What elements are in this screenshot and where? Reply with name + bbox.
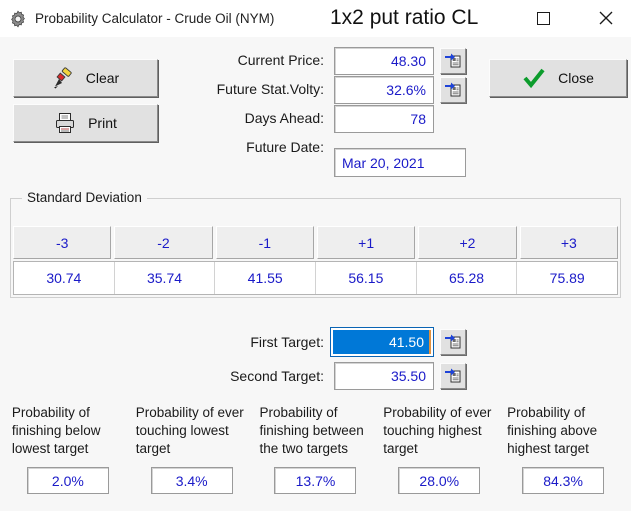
second-target-input[interactable]: 35.50 xyxy=(334,362,434,390)
close-dialog-button-label: Close xyxy=(558,70,594,86)
paste-arrow-icon xyxy=(445,368,461,383)
first-target-label: First Target: xyxy=(250,334,324,350)
sd-header-cell[interactable]: -2 xyxy=(114,226,213,259)
probability-column: Probability of ever touching lowest targ… xyxy=(130,404,254,507)
current-price-paste-button[interactable] xyxy=(440,48,466,74)
standard-deviation-value-row: 30.74 35.74 41.55 56.15 65.28 75.89 xyxy=(13,261,618,295)
second-target-paste-button[interactable] xyxy=(440,363,466,389)
sd-value-cell: 41.55 xyxy=(215,262,317,294)
future-date-label: Future Date: xyxy=(246,139,324,155)
sd-value-cell: 56.15 xyxy=(316,262,417,294)
first-target-input[interactable]: 41.50 xyxy=(330,327,434,357)
paste-arrow-icon xyxy=(445,53,461,68)
clear-button-label: Clear xyxy=(85,70,120,86)
probability-row: Probability of finishing below lowest ta… xyxy=(6,404,625,507)
print-button-label: Print xyxy=(88,115,117,131)
future-stat-volty-label: Future Stat.Volty: xyxy=(216,81,324,97)
sd-header-cell[interactable]: -1 xyxy=(215,226,314,259)
second-target-label: Second Target: xyxy=(230,368,324,384)
future-stat-volty-input[interactable]: 32.6% xyxy=(334,76,434,104)
probability-value: 3.4% xyxy=(150,467,233,494)
standard-deviation-header-row: -3 -2 -1 +1 +2 +3 xyxy=(13,226,618,259)
probability-label: Probability of ever touching lowest targ… xyxy=(135,405,244,456)
first-target-paste-button[interactable] xyxy=(440,329,466,355)
probability-column: Probability of finishing above highest t… xyxy=(501,404,625,507)
paste-arrow-icon xyxy=(445,82,461,97)
close-dialog-button[interactable]: Close xyxy=(489,59,627,97)
sd-header-cell[interactable]: +3 xyxy=(519,226,618,259)
probability-label: Probability of finishing between the two… xyxy=(259,405,364,456)
probability-value: 28.0% xyxy=(398,467,481,494)
paste-arrow-icon xyxy=(445,334,461,349)
future-date-input[interactable]: Mar 20, 2021 xyxy=(334,148,466,177)
sd-header-cell[interactable]: +1 xyxy=(316,226,416,259)
future-stat-volty-paste-button[interactable] xyxy=(440,77,466,103)
maximize-button[interactable] xyxy=(521,0,566,36)
window-title: Probability Calculator - Crude Oil (NYM) xyxy=(35,11,275,26)
eraser-icon xyxy=(53,67,72,89)
sd-value-cell: 65.28 xyxy=(417,262,518,294)
probability-column: Probability of ever touching highest tar… xyxy=(377,404,501,507)
current-price-label: Current Price: xyxy=(237,52,324,68)
window-close-button[interactable] xyxy=(583,0,628,36)
maximize-icon xyxy=(537,11,550,25)
sd-value-cell: 30.74 xyxy=(14,262,115,294)
close-icon xyxy=(599,11,612,25)
probability-column: Probability of finishing between the two… xyxy=(254,404,378,507)
probability-label: Probability of ever touching highest tar… xyxy=(383,405,492,456)
sd-value-cell: 75.89 xyxy=(549,270,585,286)
probability-label: Probability of finishing above highest t… xyxy=(507,405,598,456)
gear-icon xyxy=(11,9,25,28)
probability-value: 2.0% xyxy=(26,467,109,494)
standard-deviation-legend: Standard Deviation xyxy=(22,190,147,205)
current-price-input[interactable]: 48.30 xyxy=(334,47,434,75)
clear-button[interactable]: Clear xyxy=(13,59,158,97)
days-ahead-label: Days Ahead: xyxy=(244,110,324,126)
days-ahead-input[interactable]: 78 xyxy=(334,105,434,133)
probability-label: Probability of finishing below lowest ta… xyxy=(11,405,101,456)
first-target-value: 41.50 xyxy=(333,330,431,354)
checkmark-icon xyxy=(523,68,545,89)
probability-column: Probability of finishing below lowest ta… xyxy=(6,404,130,507)
print-button[interactable]: Print xyxy=(13,104,158,142)
probability-value: 13.7% xyxy=(274,467,357,494)
probability-value: 84.3% xyxy=(522,467,605,494)
overlay-title: 1x2 put ratio CL xyxy=(330,6,479,29)
printer-icon xyxy=(56,113,75,133)
sd-header-cell[interactable]: -3 xyxy=(13,226,112,259)
sd-value-cell: 35.74 xyxy=(115,262,216,294)
sd-header-cell[interactable]: +2 xyxy=(418,226,517,259)
